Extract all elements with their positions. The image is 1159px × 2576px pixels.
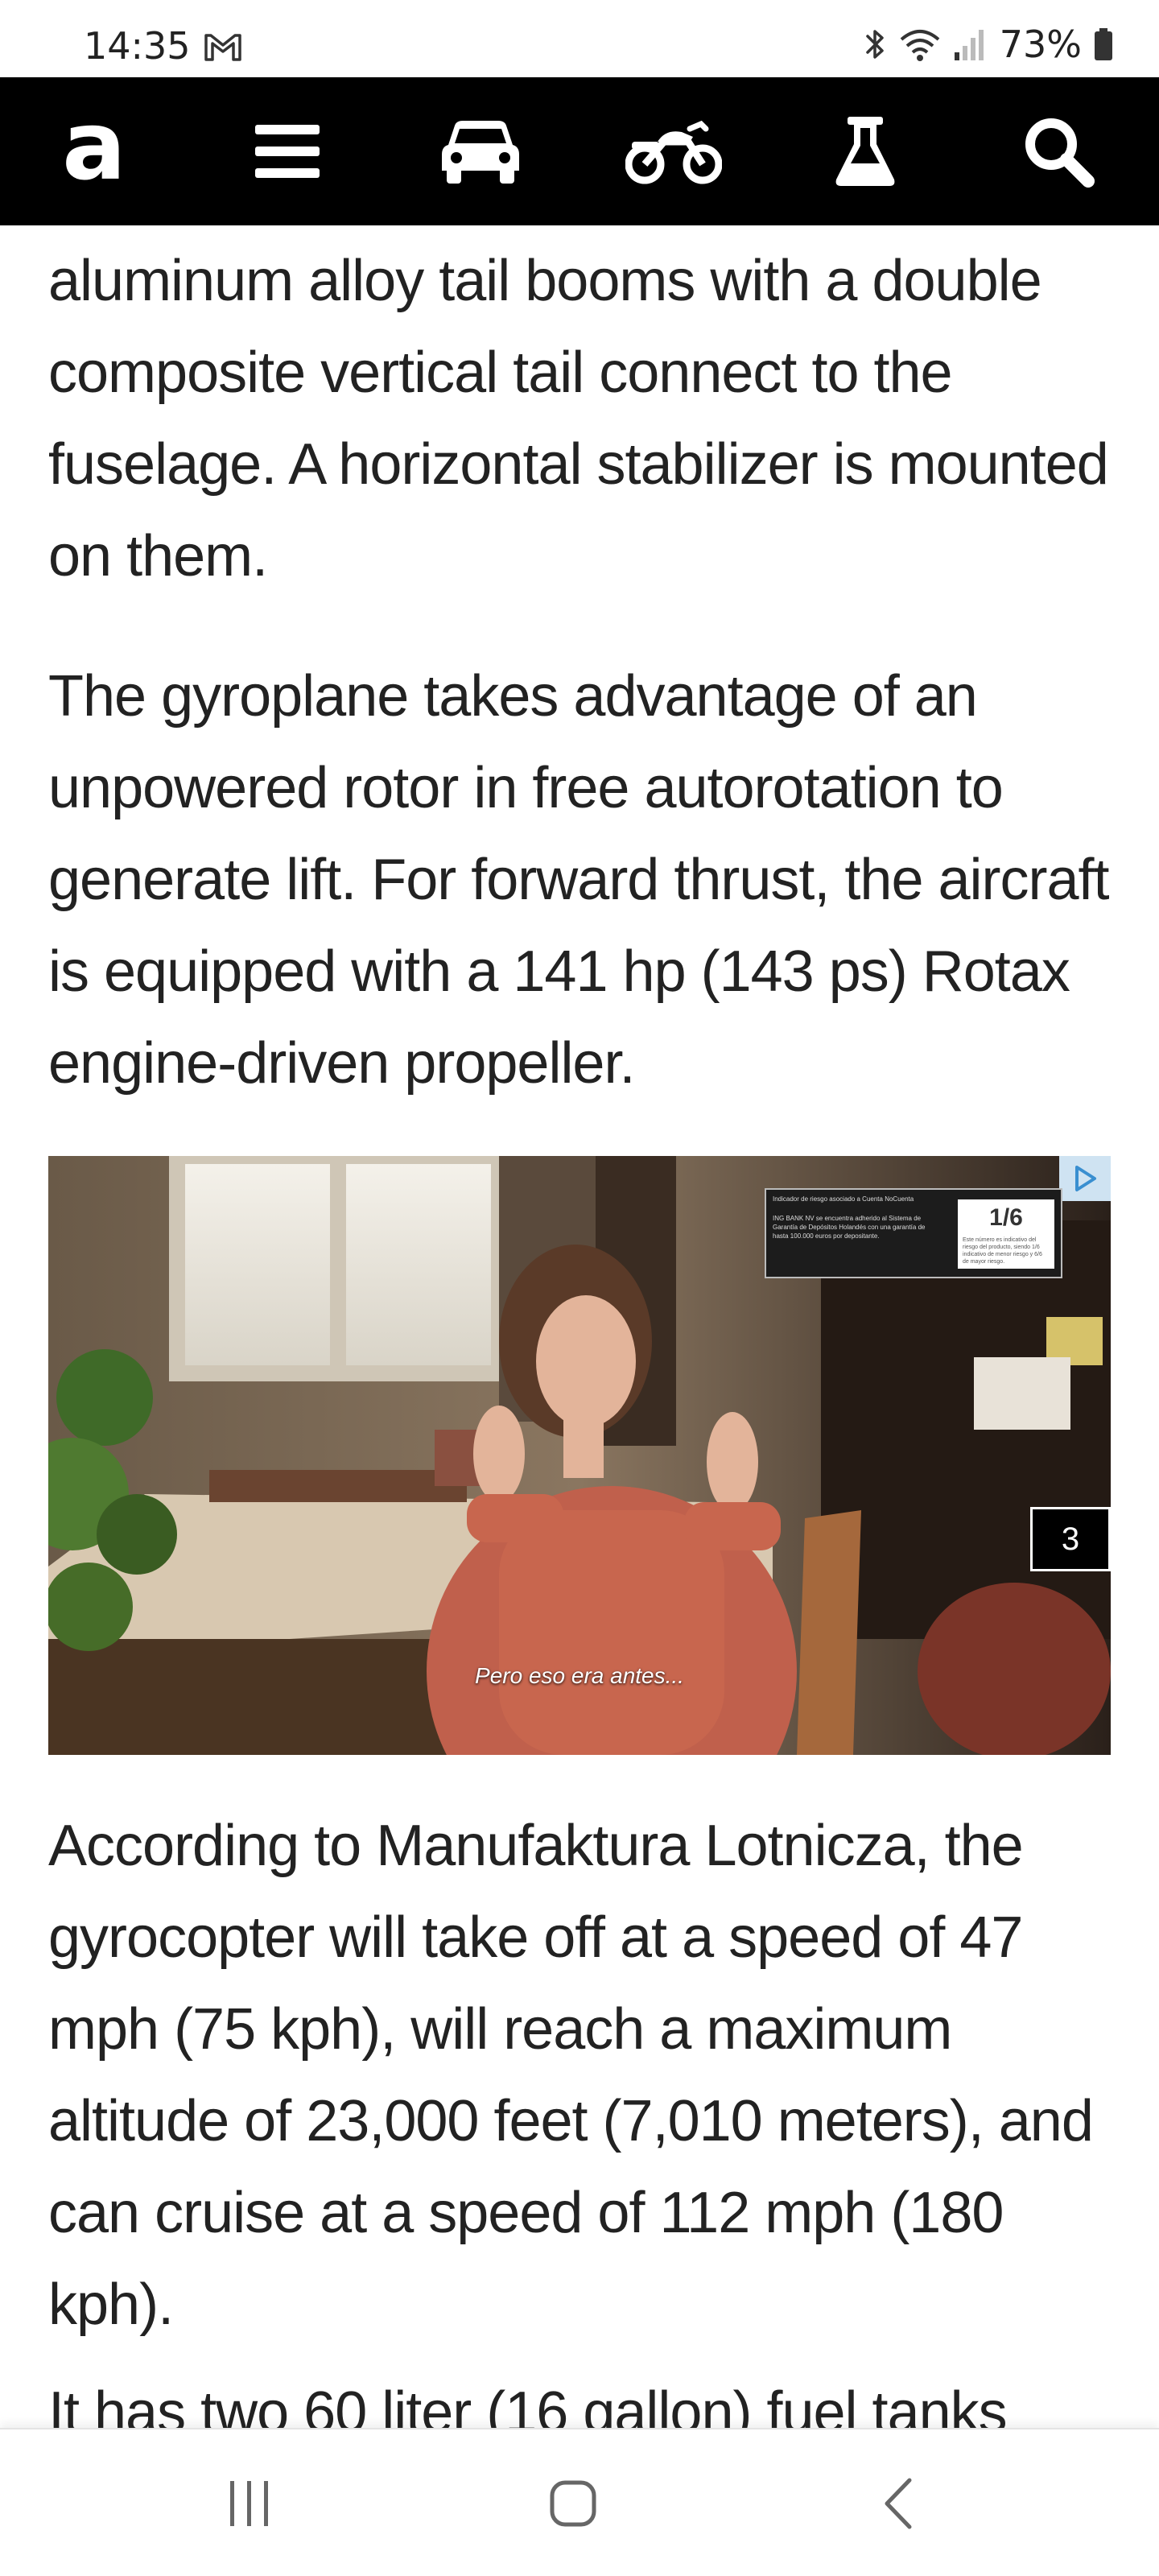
ad-choices-button[interactable] (1059, 1156, 1111, 1201)
article-paragraph: According to Manufaktura Lotnicza, the g… (48, 1814, 1094, 2337)
cars-button[interactable] (412, 77, 549, 225)
ad-risk-number: 1/6 (989, 1204, 1023, 1231)
article-paragraph: The gyroplane takes advantage of an unpo… (48, 664, 1110, 1096)
ad-risk-note: Este número es indicativo del riesgo del… (963, 1237, 1042, 1265)
flask-icon (835, 117, 895, 186)
wifi-icon (900, 30, 940, 61)
search-icon (1025, 118, 1095, 188)
gmail-icon (204, 34, 241, 61)
ad-risk-title: Indicador de riesgo asociado a Cuenta No… (773, 1195, 914, 1203)
motorcycles-button[interactable] (605, 77, 742, 225)
search-button[interactable] (990, 77, 1127, 225)
home-button[interactable] (509, 2429, 637, 2576)
top-nav-bar: a (0, 77, 1159, 225)
site-logo-letter: a (62, 90, 126, 201)
science-button[interactable] (797, 77, 934, 225)
status-icons: 73% (863, 23, 1114, 66)
ad-subtitle: Pero eso era antes... (475, 1663, 684, 1688)
site-logo[interactable]: a (26, 77, 163, 225)
ad-risk-body: ING BANK NV se encuentra adherido al Sis… (773, 1215, 926, 1240)
recent-apps-button[interactable] (185, 2429, 314, 2576)
menu-button[interactable] (219, 77, 356, 225)
home-icon (550, 2480, 596, 2527)
ad-countdown: 3 (1030, 1507, 1111, 1571)
ad-risk-box: 1/6 Este número es indicativo del riesgo… (958, 1199, 1054, 1269)
status-time: 14:35 (84, 24, 191, 68)
video-ad[interactable]: Indicador de riesgo asociado a Cuenta No… (48, 1156, 1111, 1755)
battery-percent: 73% (999, 23, 1082, 66)
back-icon (885, 2478, 912, 2529)
bluetooth-icon (866, 30, 884, 59)
ad-risk-indicator: Indicador de riesgo asociado a Cuenta No… (765, 1188, 1062, 1278)
ad-choices-icon (1075, 1166, 1096, 1191)
article-paragraph: aluminum alloy tail booms with a double … (48, 249, 1109, 588)
menu-icon (255, 125, 320, 178)
back-button[interactable] (834, 2429, 963, 2576)
recent-apps-icon (230, 2481, 268, 2526)
motorcycle-icon (625, 120, 722, 184)
status-bar: 14:35 73% (0, 0, 1159, 77)
signal-icon (954, 30, 984, 60)
car-icon (442, 121, 519, 184)
system-nav-bar (0, 2428, 1159, 2576)
battery-icon (1095, 28, 1112, 60)
